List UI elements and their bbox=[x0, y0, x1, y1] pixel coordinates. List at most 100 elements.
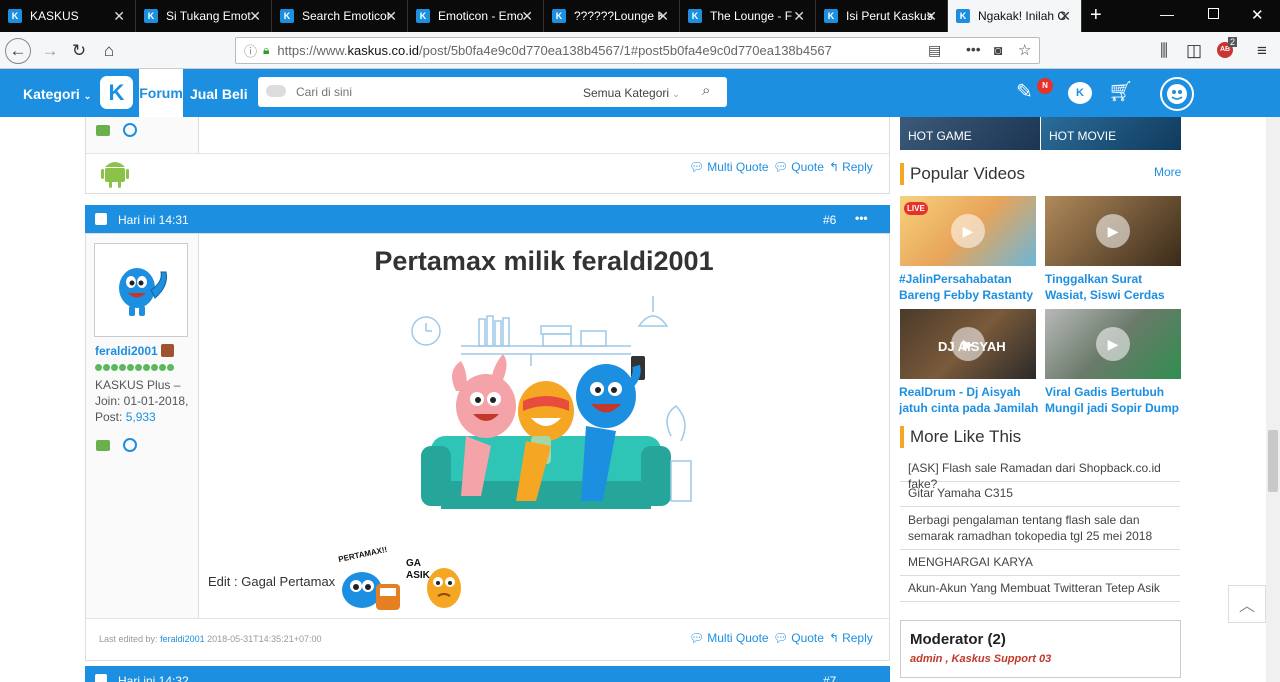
notification-badge[interactable]: N bbox=[1037, 78, 1053, 94]
post-count[interactable]: 5,933 bbox=[126, 410, 156, 424]
search-category-select[interactable]: Semua Kategori ⌄ bbox=[583, 86, 680, 100]
play-icon: ▶ bbox=[951, 327, 985, 361]
video-title-link[interactable]: Tinggalkan Surat Wasiat, Siswi Cerdas Ga… bbox=[1045, 271, 1185, 303]
new-tab-icon[interactable]: + bbox=[1090, 4, 1102, 27]
select-post-checkbox[interactable] bbox=[95, 674, 107, 682]
quote-button[interactable]: 💬︎ Quote bbox=[773, 160, 824, 174]
browser-tab[interactable]: K Search Emoticon ✕ bbox=[272, 0, 408, 32]
close-icon[interactable]: ✕ bbox=[249, 8, 261, 25]
gift-icon[interactable] bbox=[96, 440, 110, 451]
last-edited-user[interactable]: feraldi2001 bbox=[160, 634, 205, 644]
gift-icon[interactable] bbox=[96, 125, 110, 136]
scroll-to-top-button[interactable]: ︿ bbox=[1228, 585, 1266, 623]
pocket-icon[interactable]: ◙ bbox=[994, 42, 1002, 58]
search-input[interactable] bbox=[296, 82, 566, 102]
reader-view-icon[interactable]: ▤ bbox=[928, 42, 941, 59]
browser-tab[interactable]: K ??????Lounge K ✕ bbox=[544, 0, 680, 32]
url-bar[interactable]: ⓘ 🔒︎ https://www.kaskus.co.id/post/5b0fa… bbox=[235, 37, 1040, 64]
window-close-icon[interactable]: ✕ bbox=[1251, 6, 1264, 24]
cart-icon[interactable]: 🛒︎ bbox=[1108, 79, 1133, 104]
page-actions-icon[interactable]: ••• bbox=[966, 41, 981, 57]
reload-icon[interactable]: ↻ bbox=[66, 38, 92, 64]
info-icon[interactable]: ⓘ bbox=[244, 41, 257, 60]
minimize-icon[interactable]: — bbox=[1160, 6, 1174, 22]
search-icon[interactable]: ⌕ bbox=[702, 82, 710, 99]
reply-label: Reply bbox=[842, 631, 873, 645]
reputation-icon[interactable] bbox=[123, 123, 137, 137]
page-content: 💬︎ Multi Quote 💬︎ Quote ↰ Reply Hari ini 14… bbox=[0, 117, 1280, 682]
chat-icon[interactable]: K bbox=[1068, 82, 1092, 104]
close-icon[interactable]: ✕ bbox=[521, 8, 533, 25]
video-title-link[interactable]: Viral Gadis Bertubuh Mungil jadi Sopir D… bbox=[1045, 384, 1185, 416]
menu-icon[interactable]: ≡ bbox=[1249, 38, 1275, 64]
moderator-list[interactable]: admin , Kaskus Support 03 bbox=[910, 653, 1051, 665]
video-thumbnail[interactable]: ▶ bbox=[1045, 196, 1181, 266]
post-more-menu[interactable]: ••• bbox=[855, 211, 868, 225]
close-icon[interactable]: ✕ bbox=[925, 8, 937, 25]
tab-label: Isi Perut Kaskus bbox=[846, 9, 933, 23]
library-icon[interactable]: ⫼ bbox=[1151, 38, 1177, 64]
close-icon[interactable]: ✕ bbox=[657, 8, 669, 25]
close-icon[interactable]: ✕ bbox=[793, 8, 805, 25]
close-icon[interactable]: ✕ bbox=[385, 8, 397, 25]
nav-jual-beli[interactable]: Jual Beli bbox=[190, 86, 248, 102]
related-thread-link[interactable]: MENGHARGAI KARYA bbox=[900, 554, 1180, 576]
browser-tab-active[interactable]: K Ngakak! Inilah C ✕ bbox=[948, 0, 1082, 32]
browser-tab[interactable]: K Emoticon - Emo ✕ bbox=[408, 0, 544, 32]
video-thumbnail[interactable]: ▶ bbox=[1045, 309, 1181, 379]
close-icon[interactable]: ✕ bbox=[113, 8, 125, 25]
maximize-icon[interactable] bbox=[1208, 8, 1219, 19]
browser-tab[interactable]: K Isi Perut Kaskus ✕ bbox=[816, 0, 948, 32]
quote-button[interactable]: 💬︎ Quote bbox=[773, 631, 824, 645]
popular-videos-title: Popular Videos bbox=[900, 163, 1025, 185]
bookmark-star-icon[interactable]: ☆ bbox=[1018, 41, 1031, 59]
forward-icon[interactable]: → bbox=[37, 38, 63, 64]
play-icon: ▶ bbox=[1096, 214, 1130, 248]
scrollbar-thumb[interactable] bbox=[1268, 430, 1278, 492]
related-thread-link[interactable]: Gitar Yamaha C315 bbox=[900, 485, 1180, 507]
post-number[interactable]: #6 bbox=[823, 213, 836, 227]
close-icon[interactable]: ✕ bbox=[1059, 8, 1071, 25]
kaskus-favicon-icon: K bbox=[416, 9, 430, 23]
browser-tab[interactable]: K The Lounge - F ✕ bbox=[680, 0, 816, 32]
more-videos-link[interactable]: More bbox=[1154, 165, 1181, 179]
reply-button[interactable]: ↰ Reply bbox=[829, 631, 873, 645]
post-header: Hari ini 14:32 #7 bbox=[85, 666, 890, 682]
related-thread-link[interactable]: Akun-Akun Yang Membuat Twitteran Tetep A… bbox=[900, 580, 1180, 602]
kaskus-favicon-icon: K bbox=[8, 9, 22, 23]
video-thumbnail[interactable]: LIVE ▶ bbox=[900, 196, 1036, 266]
browser-tab[interactable]: K Si Tukang Emot ✕ bbox=[136, 0, 272, 32]
multi-quote-button[interactable]: 💬︎ Multi Quote bbox=[689, 631, 769, 645]
sidebar-icon[interactable]: ◫ bbox=[1181, 38, 1207, 64]
related-thread-link[interactable]: Berbagi pengalaman tentang flash sale da… bbox=[900, 512, 1180, 550]
related-thread-link[interactable]: [ASK] Flash sale Ramadan dari Shopback.c… bbox=[900, 460, 1180, 491]
reputation-icon[interactable] bbox=[123, 438, 137, 452]
user-avatar[interactable] bbox=[94, 243, 188, 337]
video-thumbnail[interactable]: DJ AISYAH ▶ bbox=[900, 309, 1036, 379]
back-icon[interactable]: ← bbox=[5, 38, 31, 64]
hot-game-banner[interactable]: HOT GAME bbox=[900, 117, 1040, 150]
post-number[interactable]: #7 bbox=[823, 674, 836, 682]
nav-forum[interactable]: Forum bbox=[139, 69, 183, 117]
video-title-link[interactable]: RealDrum - Dj Aisyah jatuh cinta pada Ja… bbox=[899, 384, 1039, 416]
kaskus-logo-icon[interactable]: K bbox=[100, 76, 133, 109]
browser-tab[interactable]: K KASKUS ✕ bbox=[0, 0, 136, 32]
video-title-link[interactable]: #JalinPersahabatan Bareng Febby Rastanty… bbox=[899, 271, 1039, 303]
multi-quote-button[interactable]: 💬︎ Multi Quote bbox=[689, 160, 769, 174]
user-avatar[interactable] bbox=[1160, 77, 1194, 111]
select-post-checkbox[interactable] bbox=[95, 213, 107, 225]
multi-quote-label: Multi Quote bbox=[707, 631, 769, 645]
addon-badge: 2 bbox=[1228, 37, 1238, 47]
last-edited-info: Last edited by: feraldi2001 2018-05-31T1… bbox=[99, 634, 321, 644]
username-link[interactable]: feraldi2001 bbox=[95, 344, 158, 358]
create-thread-pencil-icon[interactable]: ✎ bbox=[1016, 79, 1033, 104]
post-user-column: feraldi2001 KASKUS Plus – Join: 01-01-20… bbox=[86, 234, 199, 618]
hot-movie-banner[interactable]: HOT MOVIE bbox=[1041, 117, 1181, 150]
search-toggle-icon[interactable] bbox=[266, 85, 286, 97]
user-rank: KASKUS Plus – bbox=[95, 378, 181, 392]
post-body: feraldi2001 KASKUS Plus – Join: 01-01-20… bbox=[85, 233, 890, 661]
reply-button[interactable]: ↰ Reply bbox=[829, 160, 873, 174]
home-icon[interactable]: ⌂ bbox=[96, 38, 122, 64]
kategori-menu[interactable]: Kategori ⌄ bbox=[23, 86, 91, 102]
page-scrollbar[interactable] bbox=[1266, 117, 1280, 682]
